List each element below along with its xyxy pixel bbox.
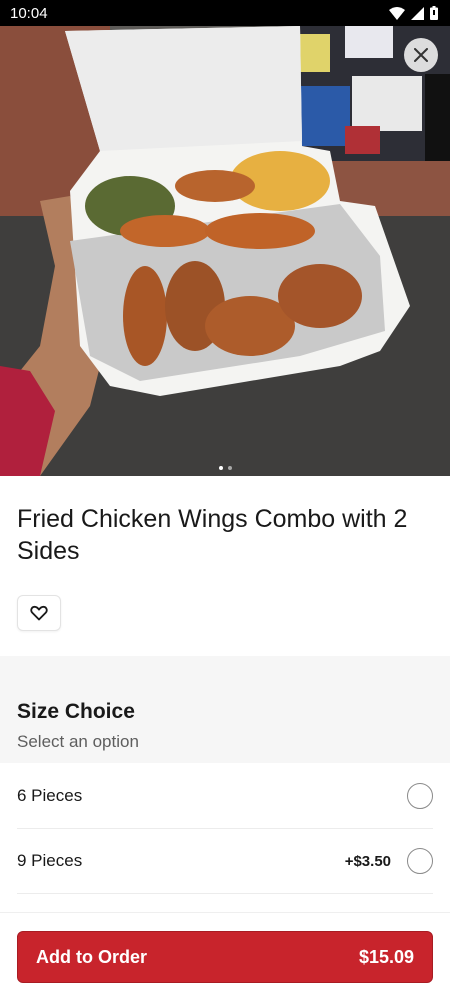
image-pagination xyxy=(0,466,450,470)
option-label: 9 Pieces xyxy=(17,851,83,870)
radio-button[interactable] xyxy=(407,848,433,874)
radio-button[interactable] xyxy=(407,783,433,809)
item-photo xyxy=(0,26,450,476)
option-right: +$3.50 xyxy=(345,848,433,874)
status-time: 10:04 xyxy=(10,4,48,22)
heart-icon xyxy=(30,605,48,621)
option-price: +$3.50 xyxy=(344,852,391,870)
add-to-order-button[interactable]: Add to Order $15.09 xyxy=(17,931,433,983)
size-choice-header: Size Choice Select an option xyxy=(0,656,450,763)
pagination-dot[interactable] xyxy=(218,466,223,470)
status-icons xyxy=(389,6,438,20)
option-right xyxy=(391,783,433,809)
cell-signal-icon xyxy=(411,6,424,20)
section-subtitle: Select an option xyxy=(17,732,139,751)
battery-icon xyxy=(430,6,438,20)
order-total-price: $15.09 xyxy=(358,946,414,967)
close-button[interactable] xyxy=(404,38,438,72)
size-option-6-pieces[interactable]: 6 Pieces xyxy=(17,764,433,829)
wifi-icon xyxy=(389,6,405,20)
section-title: Size Choice xyxy=(17,700,135,723)
food-photo-illustration xyxy=(0,26,450,476)
pagination-dot[interactable] xyxy=(227,466,232,470)
option-label: 6 Pieces xyxy=(17,786,83,805)
favorite-button[interactable] xyxy=(17,595,61,631)
add-to-order-label: Add to Order xyxy=(36,946,147,967)
status-bar: 10:04 xyxy=(0,0,450,26)
item-title: Fried Chicken Wings Combo with 2 Sides xyxy=(17,505,408,565)
close-icon xyxy=(414,48,428,62)
size-option-9-pieces[interactable]: 9 Pieces +$3.50 xyxy=(17,829,433,894)
